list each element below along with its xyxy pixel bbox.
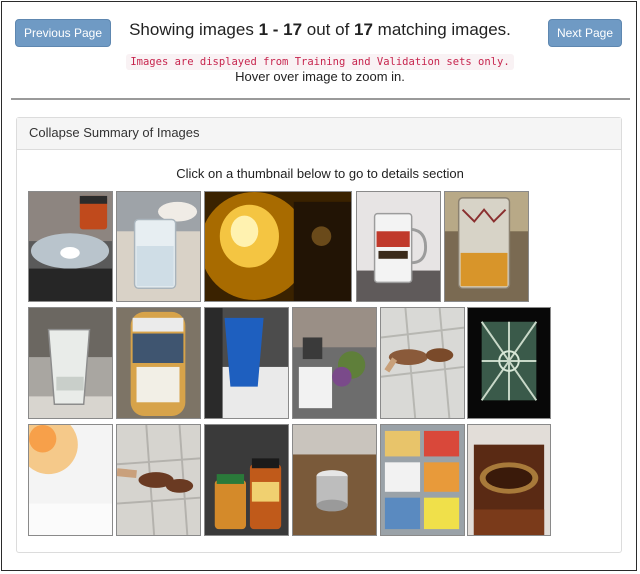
thumbnail[interactable] [116, 307, 201, 419]
results-summary: Showing images 1 - 17 out of 17 matching… [0, 20, 640, 40]
out-of-text: out of [302, 20, 355, 39]
thumbnail[interactable] [28, 191, 113, 302]
thumbnail[interactable] [204, 191, 352, 302]
thumbnail[interactable] [467, 307, 551, 419]
thumbnail[interactable] [116, 424, 201, 536]
showing-prefix: Showing images [129, 20, 259, 39]
thumbnail[interactable] [204, 424, 289, 536]
thumbnail[interactable] [380, 307, 465, 419]
hover-hint: Hover over image to zoom in. [235, 69, 405, 84]
divider [11, 98, 630, 100]
showing-suffix: matching images. [372, 20, 511, 39]
collapse-summary-toggle[interactable]: Collapse Summary of Images [17, 118, 621, 150]
thumbnail[interactable] [292, 307, 377, 419]
result-total: 17 [354, 20, 373, 39]
result-range: 1 - 17 [258, 20, 303, 39]
dataset-notice: Images are displayed from Training and V… [126, 54, 514, 70]
thumbnail[interactable] [204, 307, 289, 419]
thumbnail-hint: Click on a thumbnail below to go to deta… [176, 166, 464, 181]
thumbnail[interactable] [116, 191, 201, 302]
thumbnail[interactable] [356, 191, 441, 302]
thumbnail[interactable] [380, 424, 465, 536]
thumbnail[interactable] [28, 424, 113, 536]
thumbnail[interactable] [444, 191, 529, 302]
thumbnail[interactable] [28, 307, 113, 419]
thumbnail[interactable] [292, 424, 377, 536]
thumbnail[interactable] [467, 424, 551, 536]
